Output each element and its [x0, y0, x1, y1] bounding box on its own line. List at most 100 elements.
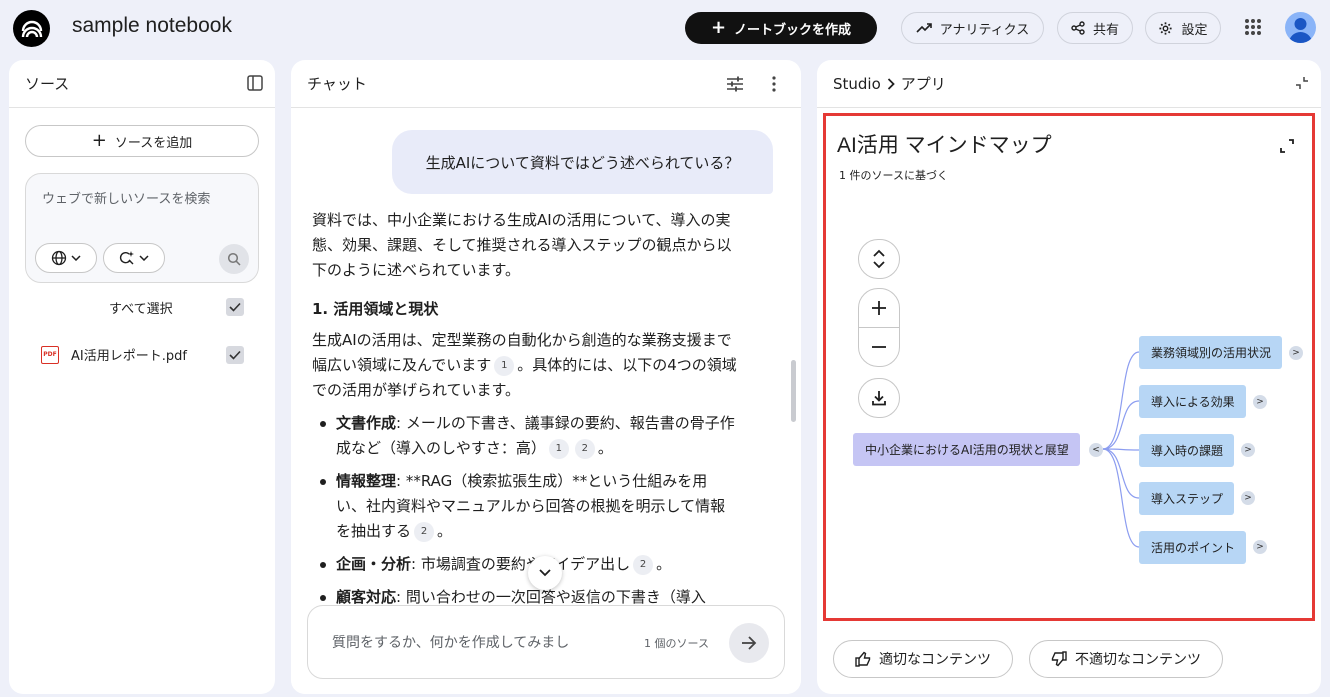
tune-icon[interactable] — [725, 74, 745, 94]
thumb-up-icon — [855, 651, 871, 667]
response-paragraph: 生成AIの活用は、定型業務の自動化から創造的な業務支援まで幅広い領域に及んでいま… — [312, 328, 737, 403]
scroll-to-bottom-button[interactable] — [528, 556, 562, 590]
breadcrumb-studio[interactable]: Studio — [833, 75, 881, 93]
user-message: 生成AIについて資料ではどう述べられている？ — [392, 130, 773, 194]
notebook-title[interactable]: sample notebook — [72, 14, 232, 38]
response-intro: 資料では、中小企業における生成AIの活用について、導入の実態、効果、課題、そして… — [312, 211, 732, 279]
expand-node-toggle[interactable]: > — [1253, 395, 1267, 409]
share-label: 共有 — [1092, 22, 1119, 38]
mindmap-child-node[interactable]: 活用のポイント — [1139, 531, 1246, 564]
source-count: 1 個のソース — [644, 637, 709, 650]
select-all-label: すべて選択 — [109, 302, 173, 317]
thumb-down-icon — [1051, 651, 1067, 667]
sparkle-search-icon — [119, 251, 134, 265]
response-heading: 1. 活用領域と現状 — [312, 300, 439, 318]
mindmap-root-node[interactable]: 中小企業におけるAI活用の現状と展望 — [853, 433, 1080, 466]
web-search-placeholder: ウェブで新しいソースを検索 — [42, 192, 211, 207]
plus-icon: + — [91, 130, 107, 151]
gear-icon — [1159, 21, 1173, 35]
citation-chip[interactable]: 1 — [548, 438, 569, 459]
mindmap-child-node[interactable]: 導入ステップ — [1139, 482, 1234, 515]
analytics-button[interactable]: アナリティクス — [901, 12, 1044, 44]
plus-icon: + — [710, 17, 727, 38]
source-item-checkbox[interactable] — [226, 346, 244, 364]
list-item: 文書作成: メールの下書き、議事録の要約、報告書の骨子作成など（導入のしやすさ：… — [312, 411, 737, 461]
assistant-response: 資料では、中小企業における生成AIの活用について、導入の実態、効果、課題、そして… — [312, 208, 737, 618]
share-icon — [1071, 21, 1085, 35]
settings-label: 設定 — [1181, 22, 1208, 38]
good-content-label: 適切なコンテンツ — [879, 652, 991, 668]
top-bar: sample notebook + ノートブックを作成 アナリティクス 共有 設… — [0, 0, 1330, 57]
share-button[interactable]: 共有 — [1057, 12, 1133, 44]
check-icon — [229, 350, 241, 360]
trending-up-icon — [916, 23, 932, 33]
research-mode-dropdown[interactable] — [103, 243, 165, 273]
source-item[interactable]: PDF AI活用レポート.pdf — [41, 345, 187, 364]
bad-content-button[interactable]: 不適切なコンテンツ — [1029, 640, 1223, 678]
citation-chip[interactable]: 2 — [633, 554, 654, 575]
add-source-button[interactable]: + ソースを追加 — [25, 125, 259, 157]
good-content-button[interactable]: 適切なコンテンツ — [833, 640, 1013, 678]
chat-input[interactable]: 質問をするか、何かを作成してみまし 1 個のソース — [307, 605, 785, 679]
settings-button[interactable]: 設定 — [1145, 12, 1221, 44]
breadcrumb-current: アプリ — [900, 75, 946, 93]
web-source-dropdown[interactable] — [35, 243, 97, 273]
create-notebook-button[interactable]: + ノートブックを作成 — [685, 12, 877, 44]
mindmap-child-label: 導入による効果 — [1151, 395, 1235, 409]
studio-header: Studio アプリ — [817, 60, 1321, 108]
add-source-label: ソースを追加 — [114, 135, 193, 151]
search-icon — [227, 252, 241, 266]
send-button[interactable] — [729, 623, 769, 663]
chevron-down-icon — [71, 255, 81, 261]
select-all-checkbox[interactable] — [226, 298, 244, 316]
collapse-panel-icon[interactable] — [247, 75, 263, 91]
mindmap-child-label: 導入時の課題 — [1151, 444, 1224, 458]
expand-node-toggle[interactable]: > — [1253, 540, 1267, 554]
create-notebook-label: ノートブックを作成 — [734, 22, 852, 38]
bullet-term: 企画・分析 — [336, 555, 412, 573]
pdf-icon: PDF — [41, 345, 59, 364]
bullet-term: 文書作成 — [336, 414, 397, 432]
citation-chip[interactable]: 2 — [414, 521, 435, 542]
collapse-node-toggle[interactable]: < — [1089, 443, 1103, 457]
notebooklm-logo-icon[interactable] — [13, 10, 50, 47]
mindmap-child-node[interactable]: 業務領域別の活用状況 — [1139, 336, 1282, 369]
citation-chip[interactable]: 2 — [574, 438, 595, 459]
user-message-text: 生成AIについて資料ではどう述べられている？ — [425, 153, 740, 172]
web-source-search[interactable]: ウェブで新しいソースを検索 — [25, 173, 259, 283]
chat-title: チャット — [307, 75, 367, 93]
expand-node-toggle[interactable]: > — [1241, 443, 1255, 457]
search-submit-button[interactable] — [219, 244, 249, 274]
source-item-name: AI活用レポート.pdf — [71, 349, 187, 364]
analytics-label: アナリティクス — [939, 22, 1030, 38]
bullet-tail: 。 — [437, 522, 453, 540]
sources-panel: ソース + ソースを追加 ウェブで新しいソースを検索 すべて選択 PDF AI活… — [9, 60, 275, 694]
avatar[interactable] — [1285, 12, 1316, 43]
more-vert-icon[interactable] — [764, 74, 784, 94]
bullet-text: : メールの下書き、議事録の要約、報告書の骨子作成など（導入のしやすさ：高） — [336, 414, 735, 457]
bullet-term: 情報整理 — [336, 472, 397, 490]
collapse-icon[interactable] — [1295, 76, 1309, 90]
mindmap-root-label: 中小企業におけるAI活用の現状と展望 — [865, 443, 1069, 457]
apps-grid-icon[interactable] — [1240, 14, 1266, 40]
expand-node-toggle[interactable]: > — [1241, 491, 1255, 505]
bullet-tail: 。 — [597, 439, 613, 457]
chat-scrollbar[interactable] — [791, 360, 796, 422]
mindmap-child-node[interactable]: 導入時の課題 — [1139, 434, 1234, 467]
response-bullet-list: 文書作成: メールの下書き、議事録の要約、報告書の骨子作成など（導入のしやすさ：… — [312, 411, 737, 610]
mindmap-child-node[interactable]: 導入による効果 — [1139, 385, 1246, 418]
bullet-text: : 市場調査の要約やアイデア出し — [411, 555, 631, 573]
mindmap-child-label: 業務領域別の活用状況 — [1151, 346, 1272, 360]
arrow-right-icon — [742, 636, 757, 650]
bad-content-label: 不適切なコンテンツ — [1075, 652, 1201, 668]
studio-panel: Studio アプリ AI活用 マインドマップ 1 件のソースに基づく 中小企業… — [817, 60, 1321, 694]
sources-title: ソース — [25, 75, 70, 93]
chevron-right-icon — [887, 77, 895, 90]
chevron-down-icon — [139, 255, 149, 261]
bullet-term: 顧客対応 — [336, 588, 397, 606]
expand-node-toggle[interactable]: > — [1289, 346, 1303, 360]
list-item: 情報整理: **RAG（検索拡張生成）**という仕組みを用い、社内資料やマニュア… — [312, 469, 737, 544]
breadcrumb: Studio アプリ — [833, 73, 946, 94]
globe-icon — [51, 250, 67, 266]
citation-chip[interactable]: 1 — [494, 355, 515, 376]
